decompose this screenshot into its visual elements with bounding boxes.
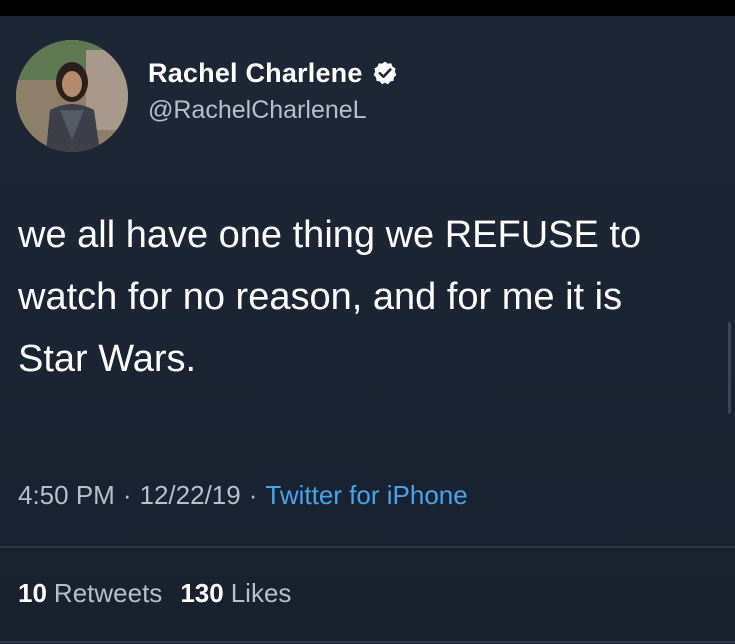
divider bbox=[0, 546, 735, 548]
retweets-label: Retweets bbox=[53, 578, 163, 608]
avatar-photo bbox=[16, 40, 128, 152]
author-name[interactable]: Rachel Charlene bbox=[148, 58, 363, 89]
tweet-text: we all have one thing we REFUSE to watch… bbox=[18, 214, 642, 380]
author-handle[interactable]: @RachelCharleneL bbox=[148, 96, 367, 125]
author-name-row[interactable]: Rachel Charlene bbox=[148, 56, 398, 90]
tweet-date[interactable]: 12/22/19 bbox=[140, 480, 241, 511]
retweets-count: 10 bbox=[18, 578, 47, 608]
avatar[interactable] bbox=[16, 40, 128, 152]
scrollbar[interactable] bbox=[728, 322, 731, 414]
top-black-bar bbox=[0, 0, 735, 16]
likes-stat[interactable]: 130 Likes bbox=[180, 578, 291, 609]
tweet-stats: 10 Retweets 130 Likes bbox=[18, 578, 309, 609]
tweet-meta: 4:50 PM · 12/22/19 · Twitter for iPhone bbox=[18, 480, 468, 511]
likes-label: Likes bbox=[230, 578, 292, 608]
likes-count: 130 bbox=[180, 578, 224, 608]
tweet-card: Rachel Charlene @RachelCharleneL we all … bbox=[0, 16, 735, 644]
bottom-divider bbox=[0, 641, 735, 643]
retweets-stat[interactable]: 10 Retweets bbox=[18, 578, 162, 609]
meta-separator: · bbox=[122, 480, 132, 510]
meta-separator: · bbox=[248, 480, 258, 510]
tweet-source-link[interactable]: Twitter for iPhone bbox=[265, 480, 467, 511]
tweet-time[interactable]: 4:50 PM bbox=[18, 480, 115, 511]
verified-badge-icon bbox=[373, 61, 396, 85]
